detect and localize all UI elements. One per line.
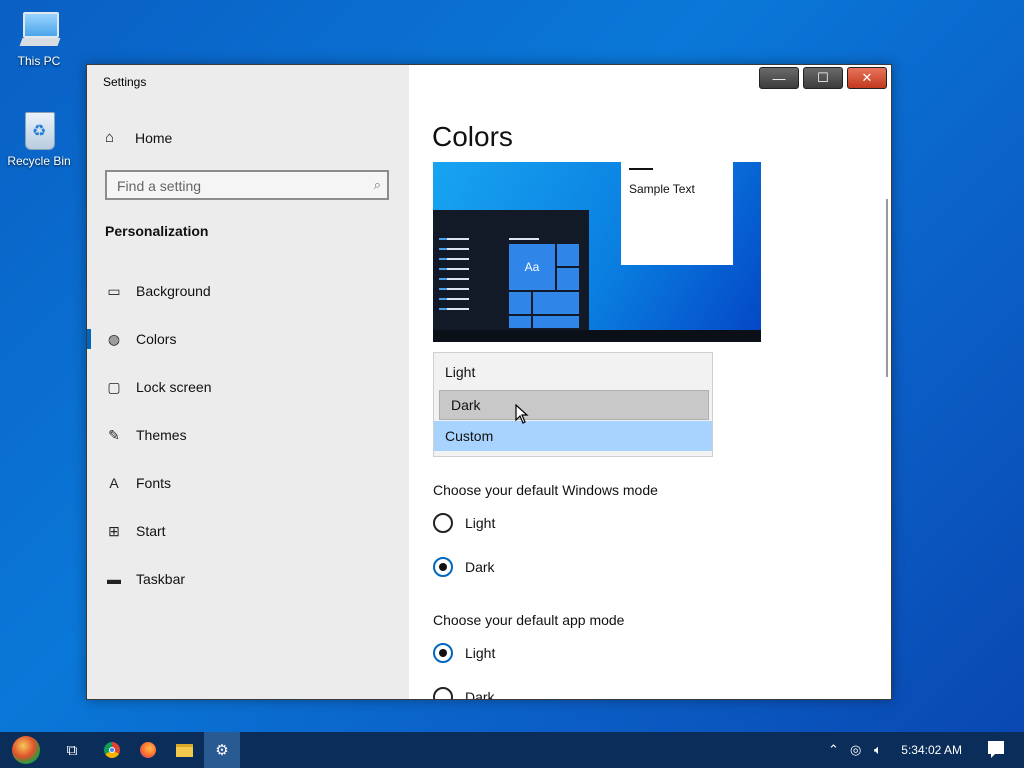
task-view-icon: ⧉ [66, 741, 78, 759]
settings-taskbar-button[interactable]: ⚙ [204, 732, 240, 768]
windows-mode-label: Choose your default Windows mode [433, 482, 658, 498]
dropdown-option-light[interactable]: Light [434, 357, 712, 387]
app-mode-light-radio[interactable]: Light [433, 643, 495, 663]
taskbar-icon: ▬ [107, 571, 121, 587]
settings-icon: ⚙ [215, 742, 229, 759]
sidebar-item-label: Background [136, 283, 211, 299]
nav-list: ▭ Background ◍ Colors ▢ Lock screen ✎ Th… [87, 267, 409, 603]
notification-icon[interactable] [988, 741, 1004, 758]
home-icon: ⌂ [105, 129, 115, 146]
sidebar-item-label: Lock screen [136, 379, 212, 395]
main-content: Colors Aa Sample Text Light Dark Custom … [409, 65, 891, 699]
globe-icon: ◎ [850, 742, 862, 757]
home-nav-item[interactable]: ⌂ Home [105, 129, 172, 146]
window-title: Settings [103, 75, 147, 89]
chevron-up-icon: ⌃ [828, 742, 839, 757]
speaker-icon: 🔈︎ [874, 742, 882, 757]
windows-mode-light-radio[interactable]: Light [433, 513, 495, 533]
network-button[interactable]: ◎ [850, 732, 861, 768]
show-hidden-icons-button[interactable]: ⌃ [828, 732, 839, 768]
file-explorer-icon [175, 743, 193, 757]
desktop-icon-label: This PC [17, 54, 61, 68]
firefox-icon [140, 742, 156, 758]
volume-button[interactable]: 🔈︎ [874, 732, 882, 768]
page-title: Colors [432, 121, 513, 152]
sidebar-item-colors[interactable]: ◍ Colors [87, 315, 409, 363]
file-explorer-button[interactable] [166, 732, 202, 768]
home-label: Home [135, 129, 173, 146]
desktop-icon-recycle-bin[interactable]: Recycle Bin [4, 108, 74, 168]
radio-circle [433, 557, 453, 577]
sidebar-item-start[interactable]: ⊞ Start [87, 507, 409, 555]
firefox-button[interactable] [130, 732, 166, 768]
windows-mode-dark-radio[interactable]: Dark [433, 557, 495, 577]
sidebar: Settings ⌂ Home ⌕ Personalization ▭ Back… [87, 65, 409, 699]
search-box[interactable]: ⌕ [105, 170, 389, 200]
chrome-button[interactable] [94, 732, 130, 768]
picture-icon: ▭ [107, 282, 121, 299]
radio-label: Dark [465, 689, 495, 700]
taskbar: ⧉ ⚙ ⌃ ◎ 🔈︎ 5:34:02 AM [0, 732, 1024, 768]
computer-icon [17, 8, 61, 52]
start-button[interactable] [8, 732, 44, 768]
sidebar-item-themes[interactable]: ✎ Themes [87, 411, 409, 459]
search-input[interactable] [107, 172, 359, 200]
lock-screen-icon: ▢ [107, 378, 121, 395]
radio-circle [433, 643, 453, 663]
color-mode-dropdown[interactable]: Light Dark Custom [433, 352, 713, 457]
sidebar-item-background[interactable]: ▭ Background [87, 267, 409, 315]
start-orb-icon [12, 736, 40, 764]
dropdown-option-custom[interactable]: Custom [434, 421, 712, 451]
app-mode-dark-radio[interactable]: Dark [433, 687, 495, 700]
chrome-icon [104, 742, 120, 758]
app-mode-label: Choose your default app mode [433, 612, 625, 628]
sidebar-item-label: Start [136, 523, 166, 539]
radio-label: Light [465, 515, 496, 531]
sidebar-item-label: Fonts [136, 475, 172, 491]
brush-icon: ✎ [108, 426, 120, 443]
radio-label: Light [465, 645, 496, 661]
dropdown-option-dark[interactable]: Dark [439, 390, 709, 420]
search-icon: ⌕ [373, 177, 381, 192]
sidebar-item-lock-screen[interactable]: ▢ Lock screen [87, 363, 409, 411]
sidebar-item-label: Colors [136, 331, 177, 347]
preview-tile: Aa [509, 244, 555, 290]
color-preview: Aa Sample Text [433, 162, 761, 342]
sidebar-item-taskbar[interactable]: ▬ Taskbar [87, 555, 409, 603]
settings-window: Settings ⌂ Home ⌕ Personalization ▭ Back… [86, 64, 892, 700]
sidebar-item-fonts[interactable]: A Fonts [87, 459, 409, 507]
scrollbar[interactable] [886, 199, 888, 377]
start-icon: ⊞ [108, 522, 120, 539]
section-title: Personalization [105, 223, 209, 239]
radio-circle [433, 687, 453, 699]
clock[interactable]: 5:34:02 AM [901, 732, 962, 768]
radio-label: Dark [465, 559, 495, 575]
preview-sample-text: Sample Text [629, 182, 695, 196]
preview-taskbar [433, 330, 761, 342]
sidebar-item-label: Themes [136, 427, 187, 443]
mouse-cursor-icon [515, 404, 529, 424]
sidebar-item-label: Taskbar [136, 571, 186, 587]
desktop-icon-this-pc[interactable]: This PC [4, 8, 74, 68]
desktop-icon-label: Recycle Bin [7, 154, 71, 168]
font-icon: A [109, 475, 119, 491]
radio-circle [433, 513, 453, 533]
preview-start-menu: Aa [433, 210, 589, 330]
palette-icon: ◍ [107, 330, 121, 347]
preview-window: Sample Text [621, 162, 733, 265]
recycle-bin-icon [17, 108, 61, 152]
task-view-button[interactable]: ⧉ [54, 732, 90, 768]
